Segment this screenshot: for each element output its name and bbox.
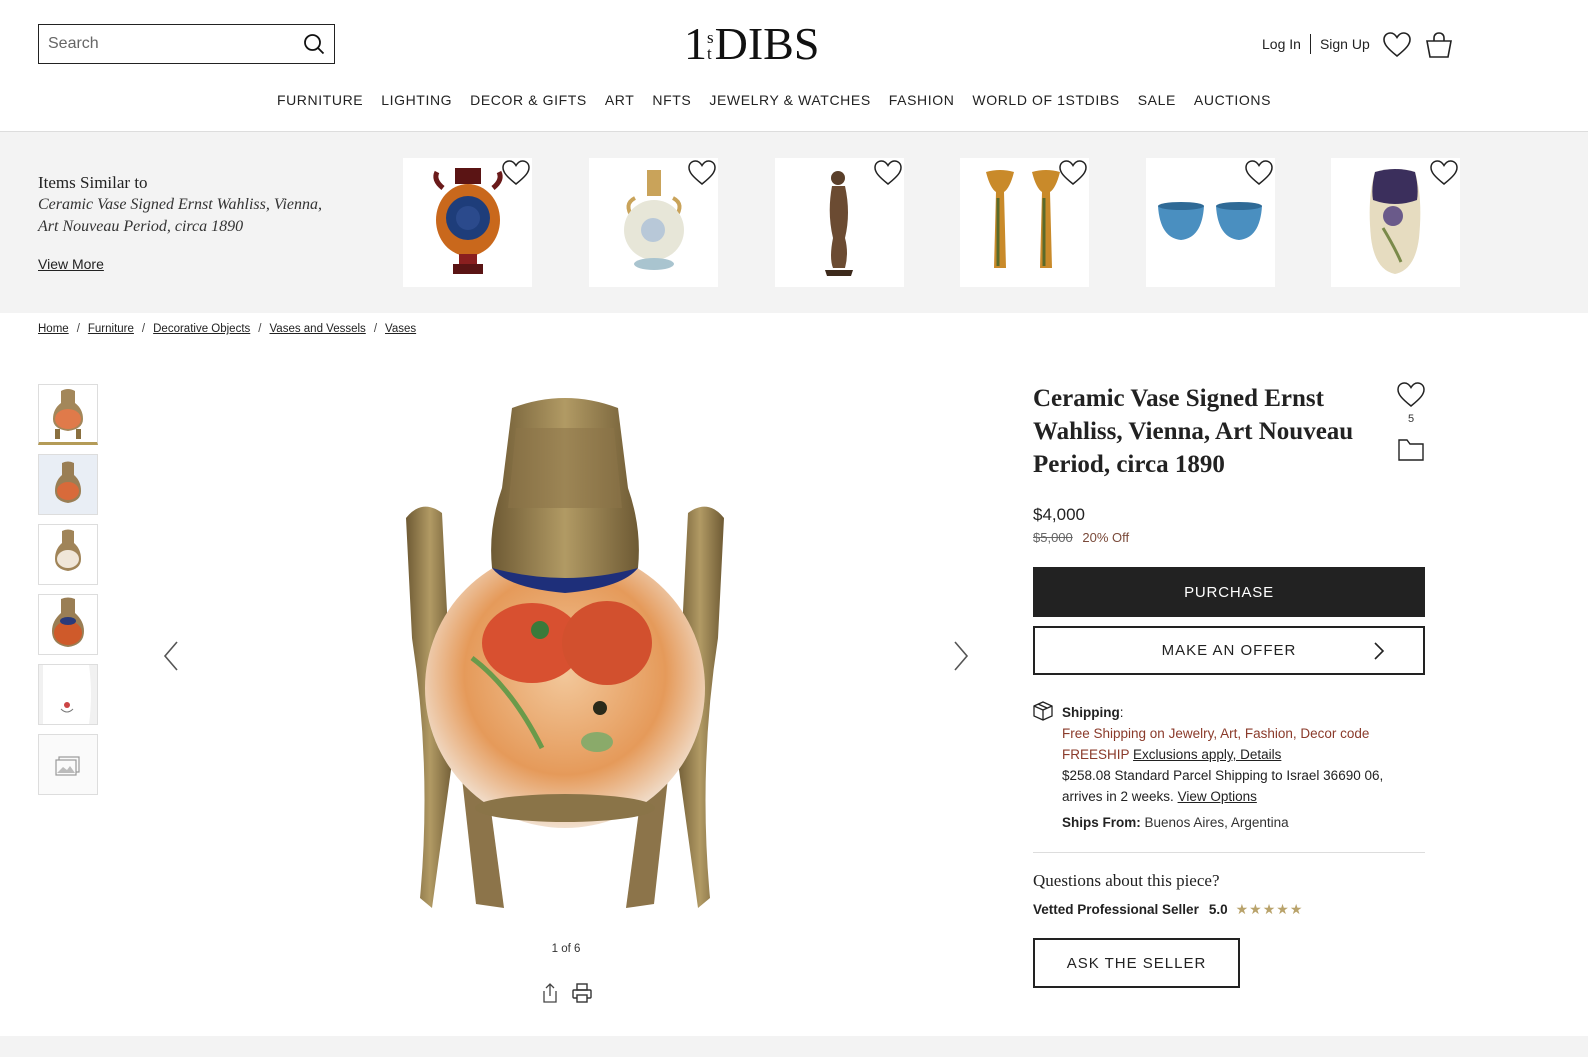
logo-dibs: DIBS [714,18,820,69]
section-divider [1033,852,1425,853]
ships-from: Ships From: Buenos Aires, Argentina [1062,815,1289,830]
signup-link[interactable]: Sign Up [1320,36,1370,52]
breadcrumb-vases-and-vessels[interactable]: Vases and Vessels [269,323,365,335]
similar-item-card[interactable] [1146,158,1275,287]
save-heart-icon[interactable] [1430,160,1458,188]
original-price-row: $5,000 20% Off [1033,530,1129,545]
favorite-heart-icon[interactable] [1397,382,1425,408]
search-input[interactable] [39,25,294,63]
more-images-icon [39,735,97,794]
gallery-thumbnail-more[interactable] [38,734,98,795]
similar-subtitle: Ceramic Vase Signed Ernst Wahliss, Vienn… [38,196,322,235]
chevron-right-icon [1373,641,1385,665]
save-heart-icon[interactable] [1059,160,1087,188]
search-icon[interactable] [294,25,334,63]
thumbnail-vase-image [55,529,81,571]
breadcrumb-vases[interactable]: Vases [385,323,416,335]
breadcrumb-furniture[interactable]: Furniture [88,323,134,335]
gallery-thumbnail-2[interactable] [38,454,98,515]
shipping-label: Shipping [1062,705,1120,720]
favorite-control[interactable]: 5 [1396,382,1426,425]
breadcrumb-home[interactable]: Home [38,323,69,335]
gallery-thumbnail-4[interactable] [38,594,98,655]
save-heart-icon[interactable] [874,160,902,188]
shipping-info: Shipping: Free Shipping on Jewelry, Art,… [1062,705,1384,804]
nav-jewelry-watches[interactable]: JEWELRY & WATCHES [709,90,870,110]
nav-fashion[interactable]: FASHION [889,90,955,110]
main-nav: FURNITURE LIGHTING DECOR & GIFTS ART NFT… [0,90,1588,110]
make-offer-button[interactable]: MAKE AN OFFER [1033,626,1425,675]
main-product-image[interactable] [392,388,738,924]
ships-from-location: Buenos Aires, Argentina [1144,815,1289,830]
similar-item-card[interactable] [403,158,532,287]
nav-nfts[interactable]: NFTS [652,90,691,110]
thumbnail-base-image [39,665,97,724]
nav-decor-gifts[interactable]: DECOR & GIFTS [470,90,587,110]
questions-heading: Questions about this piece? [1033,871,1220,890]
view-options-link[interactable]: View Options [1178,789,1257,804]
favorite-count: 5 [1407,413,1415,425]
similar-item-card[interactable] [960,158,1089,287]
thumbnail-vase-image [39,455,97,514]
similar-item-card[interactable] [1331,158,1460,287]
site-logo[interactable]: 1 st DIBS [684,18,819,69]
share-icon[interactable] [539,982,561,1004]
seller-info: Vetted Professional Seller 5.0 ★★★★★ [1033,901,1303,918]
nav-lighting[interactable]: LIGHTING [381,90,452,110]
make-offer-label: MAKE AN OFFER [1161,642,1297,659]
shopping-bag-icon[interactable] [1424,30,1454,60]
thumbnail-vase-image [52,597,84,647]
breadcrumb-decorative-objects[interactable]: Decorative Objects [153,323,250,335]
nav-world-of-1stdibs[interactable]: WORLD OF 1STDIBS [972,90,1119,110]
print-icon[interactable] [571,982,593,1004]
breadcrumb: Home / Furniture / Decorative Objects / Vas… [38,323,417,335]
nav-art[interactable]: ART [605,90,635,110]
auth-links: Log In Sign Up [1262,34,1370,54]
gallery-thumbnail-3[interactable] [38,524,98,585]
shipping-box-icon [1032,700,1054,722]
nav-auctions[interactable]: AUCTIONS [1194,90,1271,110]
rating-stars-icon: ★★★★★ [1235,901,1304,917]
login-link[interactable]: Log In [1262,36,1301,52]
view-more-link[interactable]: View More [38,256,104,272]
logo-one: 1 [684,18,707,69]
seller-label[interactable]: Vetted Professional Seller [1033,902,1199,917]
search-box [38,24,335,64]
next-image-arrow-icon[interactable] [948,640,972,672]
previous-image-arrow-icon[interactable] [160,640,184,672]
footer-band [0,1036,1588,1057]
nav-furniture[interactable]: FURNITURE [277,90,363,110]
similar-items-strip: Items Similar to Ceramic Vase Signed Ern… [0,132,1588,313]
thumbnail-vase-image [53,389,83,439]
image-counter: 1 of 6 [551,943,581,955]
product-title: Ceramic Vase Signed Ernst Wahliss, Vienn… [1033,385,1354,478]
save-heart-icon[interactable] [688,160,716,188]
site-header: 1 st DIBS Log In Sign Up FURNITURE LIGHT… [0,0,1588,132]
purchase-button[interactable]: PURCHASE [1033,567,1425,617]
favorites-heart-icon[interactable] [1382,30,1412,60]
ask-seller-button[interactable]: ASK THE SELLER [1033,938,1240,988]
save-heart-icon[interactable] [1245,160,1273,188]
gallery-thumbnail-1[interactable] [38,384,98,445]
original-price: $5,000 [1033,530,1073,545]
auth-divider [1309,34,1311,54]
similar-item-card[interactable] [775,158,904,287]
similar-heading: Items Similar to Ceramic Vase Signed Ern… [38,172,338,238]
ships-from-label: Ships From: [1062,815,1141,830]
similar-title: Items Similar to [38,173,148,192]
logo-st: st [707,28,714,63]
similar-item-card[interactable] [589,158,718,287]
gallery-thumbnail-5[interactable] [38,664,98,725]
folder-icon[interactable] [1397,436,1425,462]
nav-sale[interactable]: SALE [1138,90,1176,110]
shipping-details-link[interactable]: Exclusions apply, Details [1133,747,1281,762]
seller-rating: 5.0 [1208,902,1228,917]
discount-badge: 20% Off [1082,530,1130,545]
product-price: $4,000 [1033,505,1085,524]
save-heart-icon[interactable] [502,160,530,188]
